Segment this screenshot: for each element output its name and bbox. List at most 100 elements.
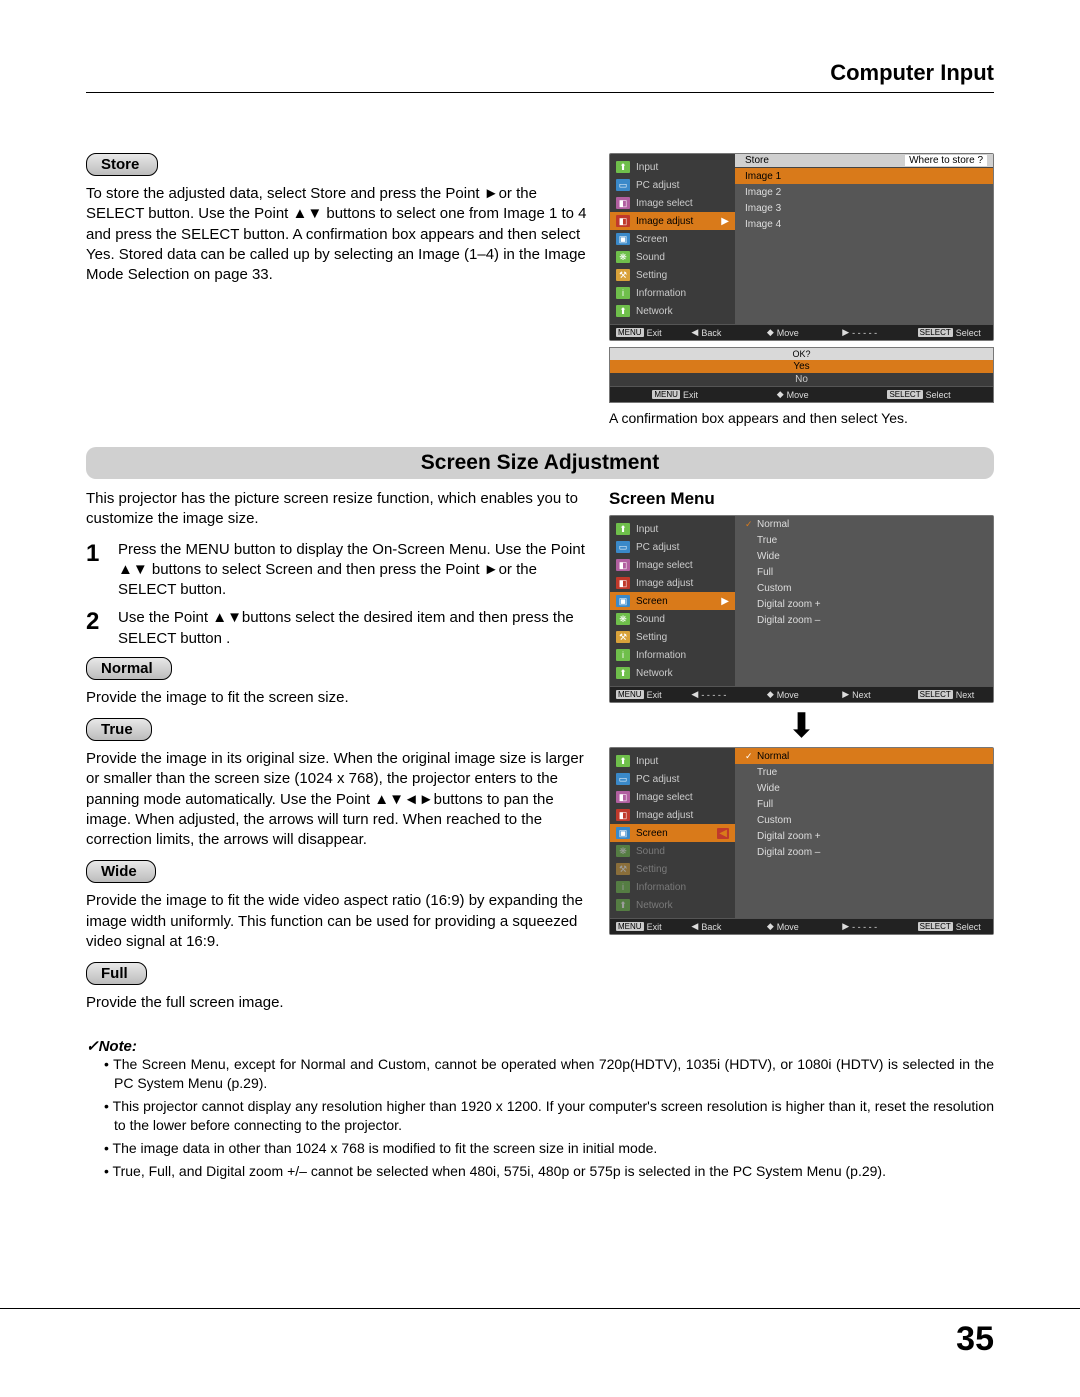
menu-item[interactable]: ▭PC adjust — [610, 770, 735, 788]
menu-item[interactable]: ▭ PC adjust — [610, 538, 735, 556]
note-item: The image data in other than 1024 x 768 … — [114, 1139, 994, 1158]
menu-item[interactable]: ▣ Screen ◀ — [610, 824, 735, 842]
menu-label: Screen — [636, 828, 668, 839]
menu-icon: ⬆ — [616, 899, 630, 911]
screen-menu-title: Screen Menu — [609, 489, 994, 509]
menu-label: Sound — [636, 252, 665, 263]
section-heading: Screen Size Adjustment — [86, 447, 994, 479]
menu-label: Input — [636, 162, 658, 173]
step-number: 2 — [86, 608, 108, 649]
osd-screen-2: ⬆Input▭PC adjust ◧ Image select ◧ Image adju… — [609, 747, 994, 935]
list-item[interactable]: ✓Normal — [735, 516, 993, 532]
menu-item[interactable]: ⬆ Network — [610, 664, 735, 682]
list-item[interactable]: Full — [735, 796, 993, 812]
step-text: Press the MENU button to display the On-… — [118, 540, 589, 601]
menu-icon: ▭ — [616, 541, 630, 553]
menu-icon: ◧ — [616, 197, 630, 209]
menu-icon: ❋ — [616, 251, 630, 263]
normal-text: Provide the image to fit the screen size… — [86, 688, 589, 708]
menu-icon: ⬆ — [616, 755, 630, 767]
menu-item[interactable]: ◧Image adjust — [610, 574, 735, 592]
menu-label: Network — [636, 900, 673, 911]
menu-item[interactable]: ⬆Network — [610, 302, 735, 320]
ok-title: OK? — [610, 348, 993, 360]
menu-label: Network — [636, 306, 673, 317]
menu-item[interactable]: ◧ Image select — [610, 194, 735, 212]
list-item[interactable]: Wide — [735, 548, 993, 564]
menu-item[interactable]: ⬆ Network — [610, 896, 735, 914]
list-item[interactable]: Image 3 — [735, 200, 993, 216]
osd-store-prompt: Where to store ? — [905, 155, 987, 166]
list-item[interactable]: Full — [735, 564, 993, 580]
osd-footer: MENUExit ◀Back ◆Move ▶- - - - - SELECTSe… — [610, 918, 993, 934]
menu-label: Network — [636, 668, 673, 679]
menu-item[interactable]: ◧Image select — [610, 556, 735, 574]
menu-label: Screen — [636, 234, 668, 245]
step-text: Use the Point ▲▼buttons select the desir… — [118, 608, 589, 649]
list-item[interactable]: Digital zoom – — [735, 612, 993, 628]
menu-label: Image select — [636, 198, 693, 209]
menu-item[interactable]: ❋ Sound — [610, 248, 735, 266]
list-item[interactable]: Custom — [735, 580, 993, 596]
list-item[interactable]: Custom — [735, 812, 993, 828]
menu-label: Information — [636, 288, 686, 299]
list-item[interactable]: True — [735, 764, 993, 780]
menu-icon: ▣ — [616, 827, 630, 839]
list-item[interactable]: Digital zoom – — [735, 844, 993, 860]
menu-item[interactable]: ❋Sound — [610, 842, 735, 860]
down-arrow-icon: ⬇ — [609, 709, 994, 743]
menu-icon: i — [616, 881, 630, 893]
menu-label: Image adjust — [636, 810, 693, 821]
menu-icon: i — [616, 649, 630, 661]
list-item[interactable]: ✓Normal — [735, 748, 993, 764]
osd-footer: MENUExit ◀Back ◆Move ▶- - - - - SELECTSe… — [610, 324, 993, 340]
menu-label: Image select — [636, 560, 693, 571]
menu-label: PC adjust — [636, 542, 679, 553]
osd-footer: MENUExit ◀- - - - - ◆Move ▶Next SELECTNe… — [610, 686, 993, 702]
ok-no[interactable]: No — [610, 373, 993, 386]
list-item[interactable]: Image 1 — [735, 168, 993, 184]
list-item[interactable]: Image 4 — [735, 216, 993, 232]
menu-icon: ❋ — [616, 613, 630, 625]
store-pill: Store — [86, 153, 158, 176]
list-item[interactable]: Digital zoom + — [735, 828, 993, 844]
menu-item[interactable]: ◧ Image select — [610, 788, 735, 806]
list-item[interactable]: Image 2 — [735, 184, 993, 200]
menu-label: Image select — [636, 792, 693, 803]
list-item[interactable]: Wide — [735, 780, 993, 796]
page-number: 35 — [956, 1320, 994, 1359]
menu-icon: ⚒ — [616, 863, 630, 875]
menu-item[interactable]: ⬆Input — [610, 158, 735, 176]
menu-icon: ⬆ — [616, 523, 630, 535]
caret-icon: ◀ — [717, 828, 729, 839]
list-item[interactable]: Digital zoom + — [735, 596, 993, 612]
note-item: The Screen Menu, except for Normal and C… — [114, 1055, 994, 1093]
ok-yes[interactable]: Yes — [610, 360, 993, 373]
menu-item[interactable]: ◧ Image adjust — [610, 806, 735, 824]
footer-rule — [0, 1308, 1080, 1309]
menu-item[interactable]: ▣Screen — [610, 230, 735, 248]
menu-item[interactable]: ⚒Setting — [610, 628, 735, 646]
menu-item[interactable]: ⬆Input — [610, 520, 735, 538]
step-number: 1 — [86, 540, 108, 601]
menu-item[interactable]: ▭PC adjust — [610, 176, 735, 194]
menu-item[interactable]: ◧Image adjust▶ — [610, 212, 735, 230]
menu-icon: ◧ — [616, 809, 630, 821]
menu-label: PC adjust — [636, 774, 679, 785]
list-item[interactable]: True — [735, 532, 993, 548]
menu-item[interactable]: ▣Screen▶ — [610, 592, 735, 610]
menu-item[interactable]: ⚒Setting — [610, 860, 735, 878]
menu-item[interactable]: ⬆Input — [610, 752, 735, 770]
menu-item[interactable]: iInformation — [610, 284, 735, 302]
menu-item[interactable]: iInformation — [610, 646, 735, 664]
note-list: The Screen Menu, except for Normal and C… — [86, 1055, 994, 1180]
note-heading: ✓Note: — [86, 1037, 994, 1055]
menu-item[interactable]: iInformation — [610, 878, 735, 896]
osd-screen-1: ⬆Input ▭ PC adjust ◧Image select◧Image adju… — [609, 515, 994, 703]
menu-icon: ◧ — [616, 791, 630, 803]
menu-label: Sound — [636, 614, 665, 625]
menu-item[interactable]: ❋ Sound — [610, 610, 735, 628]
menu-icon: ⬆ — [616, 667, 630, 679]
menu-item[interactable]: ⚒Setting — [610, 266, 735, 284]
true-text: Provide the image in its original size. … — [86, 749, 589, 850]
